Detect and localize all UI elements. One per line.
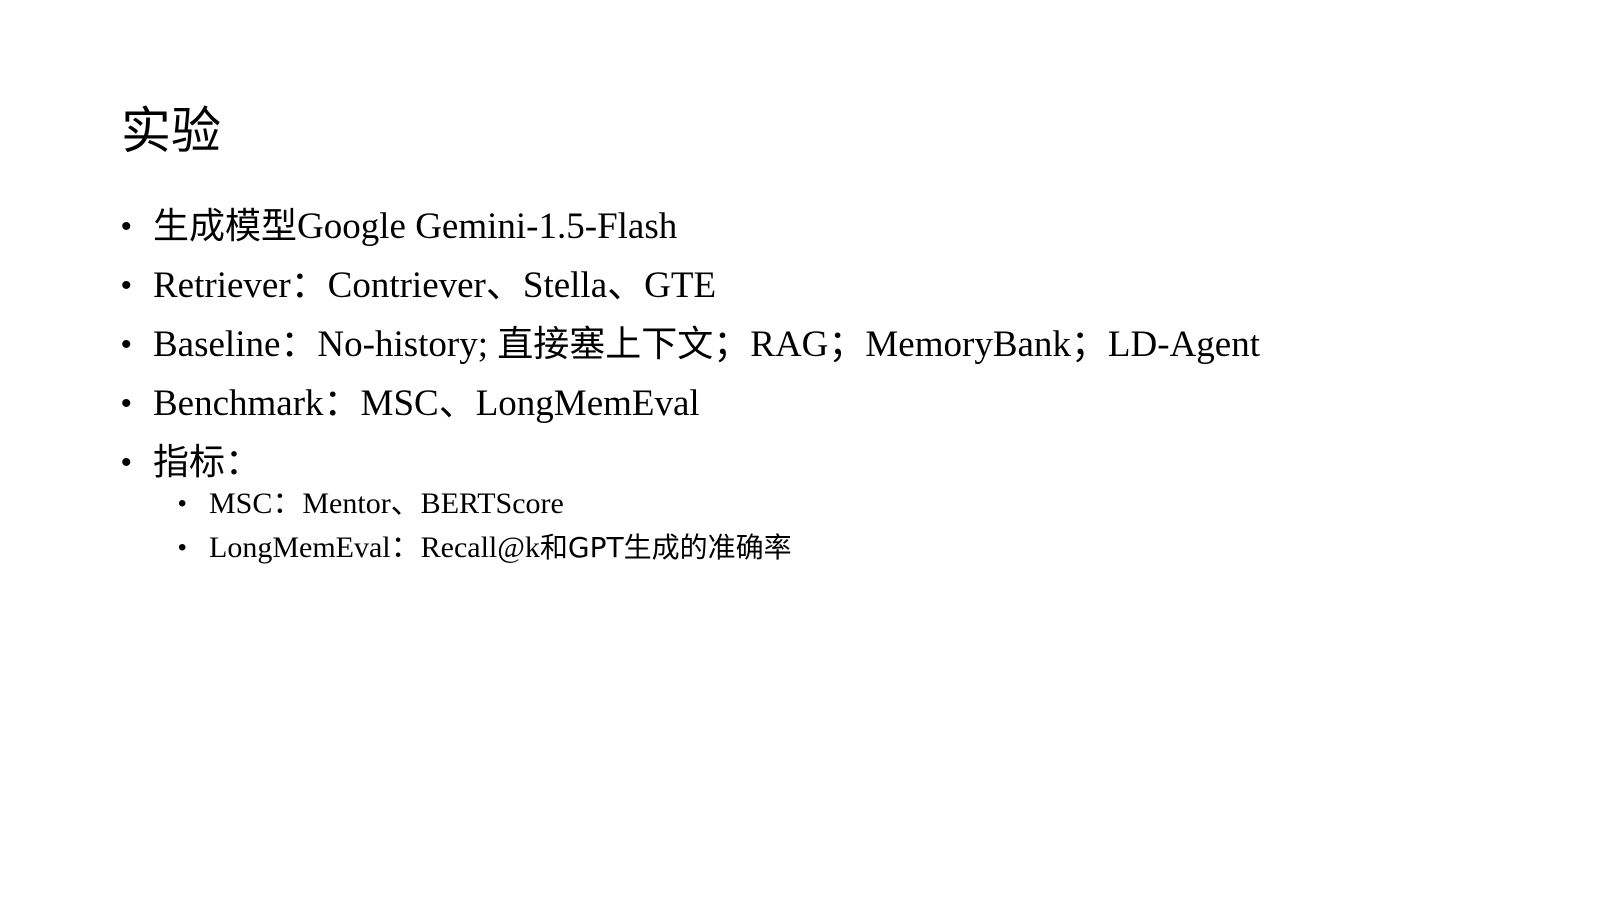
bullet-list: • 生成模型Google Gemini-1.5-Flash • Retrieve… [121, 197, 1260, 492]
sub-bullet-text: LongMemEval：Recall@k [209, 531, 540, 564]
bullet-dot: • [121, 328, 132, 361]
sub-bullet-item-longmemeval: • LongMemEval：Recall@k和GPT生成的准确率 [178, 526, 792, 570]
sub-bullet-text-zh: 和GPT生成的准确率 [539, 531, 792, 564]
bullet-item-retriever: • Retriever：Contriever、Stella、GTE [121, 256, 1260, 315]
bullet-text: Baseline：No-history; [153, 324, 498, 365]
bullet-item-baseline: • Baseline：No-history; 直接塞上下文；RAG；Memory… [121, 315, 1260, 374]
sub-bullet-list: • MSC：Mentor、BERTScore • LongMemEval：Rec… [178, 482, 792, 570]
bullet-text: Google Gemini-1.5-Flash [297, 206, 678, 247]
slide: 实验 • 生成模型Google Gemini-1.5-Flash • Retri… [0, 0, 1600, 900]
bullet-dot: • [121, 269, 132, 302]
bullet-item-benchmark: • Benchmark：MSC、LongMemEval [121, 374, 1260, 433]
bullet-text-zh: 直接塞上下文 [497, 324, 714, 365]
bullet-item-model: • 生成模型Google Gemini-1.5-Flash [121, 197, 1260, 256]
bullet-dot: • [121, 387, 132, 420]
bullet-text: ；RAG；MemoryBank；LD-Agent [713, 324, 1260, 365]
bullet-text: Retriever：Contriever、Stella、GTE [153, 265, 717, 306]
sub-bullet-dot: • [178, 534, 187, 561]
bullet-text-zh: 指标： [153, 442, 262, 483]
bullet-dot: • [121, 446, 132, 479]
sub-bullet-item-msc: • MSC：Mentor、BERTScore [178, 482, 792, 526]
sub-bullet-dot: • [178, 490, 187, 517]
bullet-text: Benchmark：MSC、LongMemEval [153, 383, 700, 424]
slide-title: 实验 [121, 102, 221, 160]
sub-bullet-text: MSC：Mentor、BERTScore [209, 487, 564, 520]
bullet-text-zh: 生成模型 [153, 206, 298, 247]
bullet-dot: • [121, 210, 132, 243]
